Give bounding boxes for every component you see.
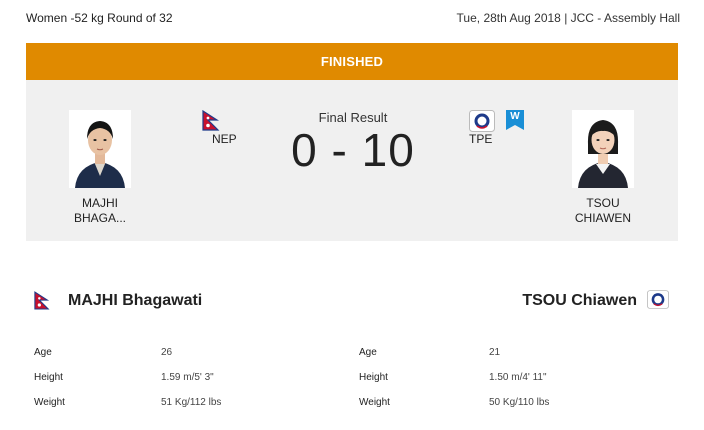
athlete-right-short-name: TSOU CHIAWEN: [563, 196, 643, 226]
athlete-left-full-name: MAJHI Bhagawati: [68, 292, 203, 309]
athlete-right-name-line2: CHIAWEN: [574, 211, 632, 225]
athlete-right-height-value: 1.50 m/4' 11": [489, 372, 547, 383]
athlete-left-height-value: 1.59 m/5' 3": [161, 372, 214, 383]
match-score: 0 - 10: [291, 124, 415, 176]
athlete-left-weight-label: Weight: [34, 397, 65, 408]
match-status-bar: FINISHED: [26, 43, 678, 80]
athlete-left-name-line1: MAJHI: [82, 196, 118, 210]
athlete-left-age-label: Age: [34, 347, 52, 358]
date-venue: Tue, 28th Aug 2018 | JCC - Assembly Hall: [456, 11, 680, 25]
athlete-left-age-value: 26: [161, 347, 173, 358]
athlete-right-full-name: TSOU Chiawen: [522, 292, 637, 309]
athlete-right-weight-label: Weight: [359, 397, 390, 408]
athlete-right-photo[interactable]: [572, 110, 634, 188]
athlete-left-short-name: MAJHI BHAGA...: [60, 196, 140, 226]
athlete-left-country: NEP: [212, 132, 237, 146]
athlete-left-photo[interactable]: [69, 110, 131, 188]
athlete-right-country: TPE: [469, 132, 493, 146]
chinese-taipei-flag-icon: [647, 290, 669, 314]
athlete-left-weight-value: 51 Kg/112 lbs: [161, 397, 222, 408]
athlete-left-height-label: Height: [34, 372, 63, 383]
nepal-flag-icon: [34, 291, 50, 316]
athlete-right-weight-value: 50 Kg/110 lbs: [489, 397, 550, 408]
athlete-right-age-label: Age: [359, 347, 377, 358]
athlete-right-name-line1: TSOU: [586, 196, 620, 210]
event-title: Women -52 kg Round of 32: [26, 11, 173, 25]
athlete-right-age-value: 21: [489, 347, 501, 358]
athlete-left-name-line2: BHAGA...: [73, 211, 126, 225]
athlete-right-height-label: Height: [359, 372, 388, 383]
